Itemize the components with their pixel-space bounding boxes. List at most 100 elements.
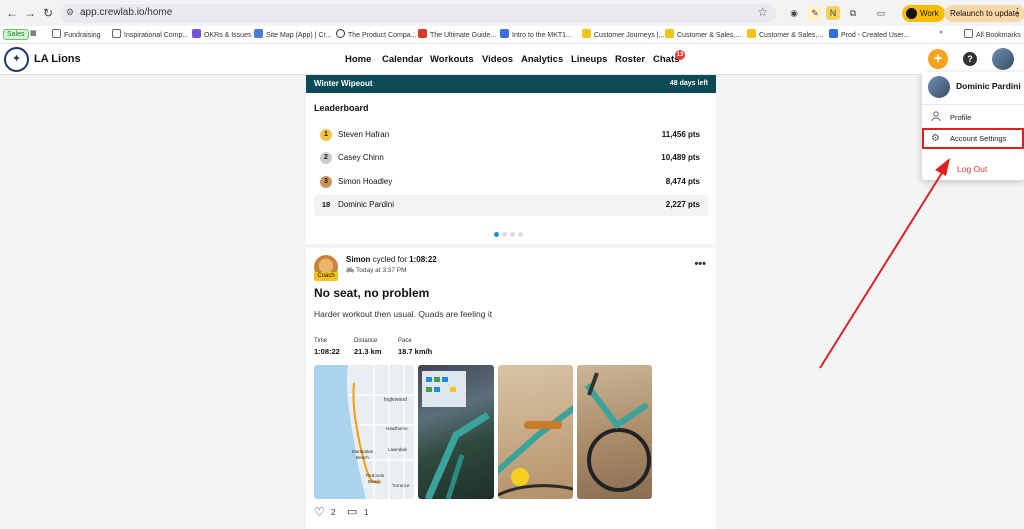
bookmark-customer-sales-2[interactable]: Customer & Sales,... [747, 29, 823, 39]
rank-number: 18 [321, 200, 331, 209]
bookmark-prod-created-users[interactable]: Prod - Created User... [829, 29, 909, 39]
activity-photo[interactable] [577, 365, 652, 499]
stat-value-time: 1:08:22 [314, 347, 340, 356]
leaderboard-row[interactable]: 3 Simon Hoadley 8,474 pts [314, 172, 708, 193]
folder-icon [52, 29, 61, 38]
bookmark-mkt1[interactable]: Intro to the MKT1... [500, 29, 572, 39]
athlete-name: Dominic Pardini [338, 200, 395, 209]
carousel-dot-active[interactable] [494, 232, 499, 237]
map-label: Lawndale [388, 447, 408, 452]
extension-icon[interactable]: ✎ [808, 6, 822, 20]
chat-unread-badge: 13 [675, 50, 685, 60]
nav-calendar[interactable]: Calendar [382, 54, 423, 65]
app-header: ✦ LA Lions Home Calendar Workouts Videos… [0, 44, 1024, 75]
bookmarks-overflow-icon[interactable]: » [939, 29, 943, 36]
nav-workouts[interactable]: Workouts [430, 54, 474, 65]
activity-card: Coach Simon cycled for 1:08:22 🚲︎ Today … [306, 248, 716, 529]
stat-label-distance: Distance [354, 338, 378, 344]
leaderboard-row[interactable]: 2 Casey Chinn 10,489 pts [314, 148, 708, 169]
help-button[interactable]: ? [963, 52, 977, 66]
map-label: Beach [368, 479, 381, 484]
rank-badge: 1 [320, 129, 332, 141]
gear-icon: ⚙ [931, 133, 940, 144]
menu-item-log-out[interactable]: Log Out [957, 164, 987, 174]
person-icon [931, 111, 941, 124]
map-label: Redondo [366, 473, 385, 478]
activity-author[interactable]: Simon [346, 255, 370, 264]
bookmark-inspirational[interactable]: Inspirational Comp... [112, 29, 188, 39]
add-button[interactable]: + [928, 49, 948, 69]
app-icon [254, 29, 263, 38]
menu-label-profile: Profile [950, 113, 972, 122]
app-icon [192, 29, 201, 38]
stat-label-pace: Pace [398, 338, 412, 344]
bookmark-ultimate-guide[interactable]: The Ultimate Guide... [418, 29, 496, 39]
athlete-points: 11,456 pts [661, 130, 700, 139]
back-icon[interactable]: ← [4, 5, 20, 21]
comment-count: 1 [364, 508, 369, 517]
activity-title: No seat, no problem [314, 286, 430, 300]
menu-avatar [928, 76, 950, 98]
nav-videos[interactable]: Videos [482, 54, 513, 65]
nav-analytics[interactable]: Analytics [521, 54, 563, 65]
map-label: Inglewood [384, 397, 407, 403]
route-map[interactable]: Inglewood Hawthorne Manhattan Beach Lawn… [314, 365, 414, 499]
leaderboard-title: Leaderboard [314, 103, 369, 113]
stat-label-time: Time [314, 338, 328, 344]
work-profile-pill[interactable]: Work [902, 5, 945, 22]
photo-graphic [422, 371, 490, 499]
carousel-dot[interactable] [510, 232, 515, 237]
nav-lineups[interactable]: Lineups [571, 54, 607, 65]
puzzle-icon[interactable]: ⧉ [846, 6, 860, 20]
carousel-dot[interactable] [518, 232, 523, 237]
athlete-points: 8,474 pts [665, 177, 700, 186]
activity-photo[interactable] [418, 365, 494, 499]
team-name[interactable]: LA Lions [34, 53, 81, 65]
heart-icon[interactable]: ♡ [314, 505, 325, 519]
carousel-dot[interactable] [502, 232, 507, 237]
bookmark-all[interactable]: All Bookmarks [964, 29, 1021, 39]
address-bar[interactable]: ⚙ app.crewlab.io/home ☆ [60, 4, 776, 23]
forward-icon[interactable]: → [22, 5, 38, 21]
bookmark-site-map[interactable]: Site Map (App) | Cr... [254, 29, 331, 39]
activity-author-line: Simon cycled for 1:08:22 [346, 255, 437, 264]
compass-icon [336, 29, 345, 38]
nav-roster[interactable]: Roster [615, 54, 645, 65]
coach-badge: Coach [314, 272, 338, 281]
extension-new-icon[interactable]: N [826, 6, 840, 20]
tab-search-icon[interactable]: ▭ [874, 6, 888, 20]
user-avatar[interactable] [992, 48, 1014, 70]
leaderboard-row-current-user[interactable]: 18 Dominic Pardini 2,227 pts [314, 195, 708, 216]
challenge-days-left: 48 days left [669, 80, 708, 87]
browser-menu-icon[interactable]: ⋮ [1012, 6, 1023, 19]
app-icon [829, 29, 838, 38]
bookmark-okrs[interactable]: OKRs & Issues [192, 29, 251, 39]
more-options-icon[interactable]: ••• [694, 258, 706, 270]
bookmarks-bar: Sales ▦ Fundraising Inspirational Comp..… [0, 26, 1024, 44]
menu-item-account-settings[interactable]: ⚙ Account Settings [922, 128, 1024, 149]
comment-icon[interactable]: ▭ [347, 505, 357, 518]
menu-item-profile[interactable]: Profile [922, 107, 1024, 128]
nav-home[interactable]: Home [345, 54, 371, 65]
reload-icon[interactable]: ↻ [40, 5, 56, 21]
apps-grid-icon[interactable]: ▦ [30, 29, 37, 37]
bookmark-product-compass[interactable]: The Product Compa... [336, 29, 416, 39]
bookmark-customer-journeys[interactable]: Customer Journeys |... [582, 29, 664, 39]
app-icon [747, 29, 756, 38]
activity-verb: cycled for [372, 255, 407, 264]
bookmark-customer-sales-1[interactable]: Customer & Sales,... [665, 29, 741, 39]
bookmark-sales[interactable]: Sales [3, 29, 29, 40]
folder-icon [112, 29, 121, 38]
browser-toolbar: ← → ↻ ⚙ app.crewlab.io/home ☆ ◉ ✎ N ⧉ ▭ … [0, 0, 1024, 26]
bookmark-star-icon[interactable]: ☆ [757, 5, 768, 19]
team-logo[interactable]: ✦ [4, 47, 29, 72]
folder-icon [964, 29, 973, 38]
app-icon [418, 29, 427, 38]
leaderboard-row[interactable]: 1 Steven Hafran 11,456 pts [314, 125, 708, 146]
bookmark-fundraising[interactable]: Fundraising [52, 29, 101, 39]
activity-photo[interactable] [498, 365, 573, 499]
stat-value-pace: 18.7 km/h [398, 347, 433, 356]
site-info-icon[interactable]: ⚙ [66, 7, 74, 18]
challenge-header[interactable]: Winter Wipeout 48 days left [306, 75, 716, 93]
camera-icon[interactable]: ◉ [787, 6, 801, 20]
